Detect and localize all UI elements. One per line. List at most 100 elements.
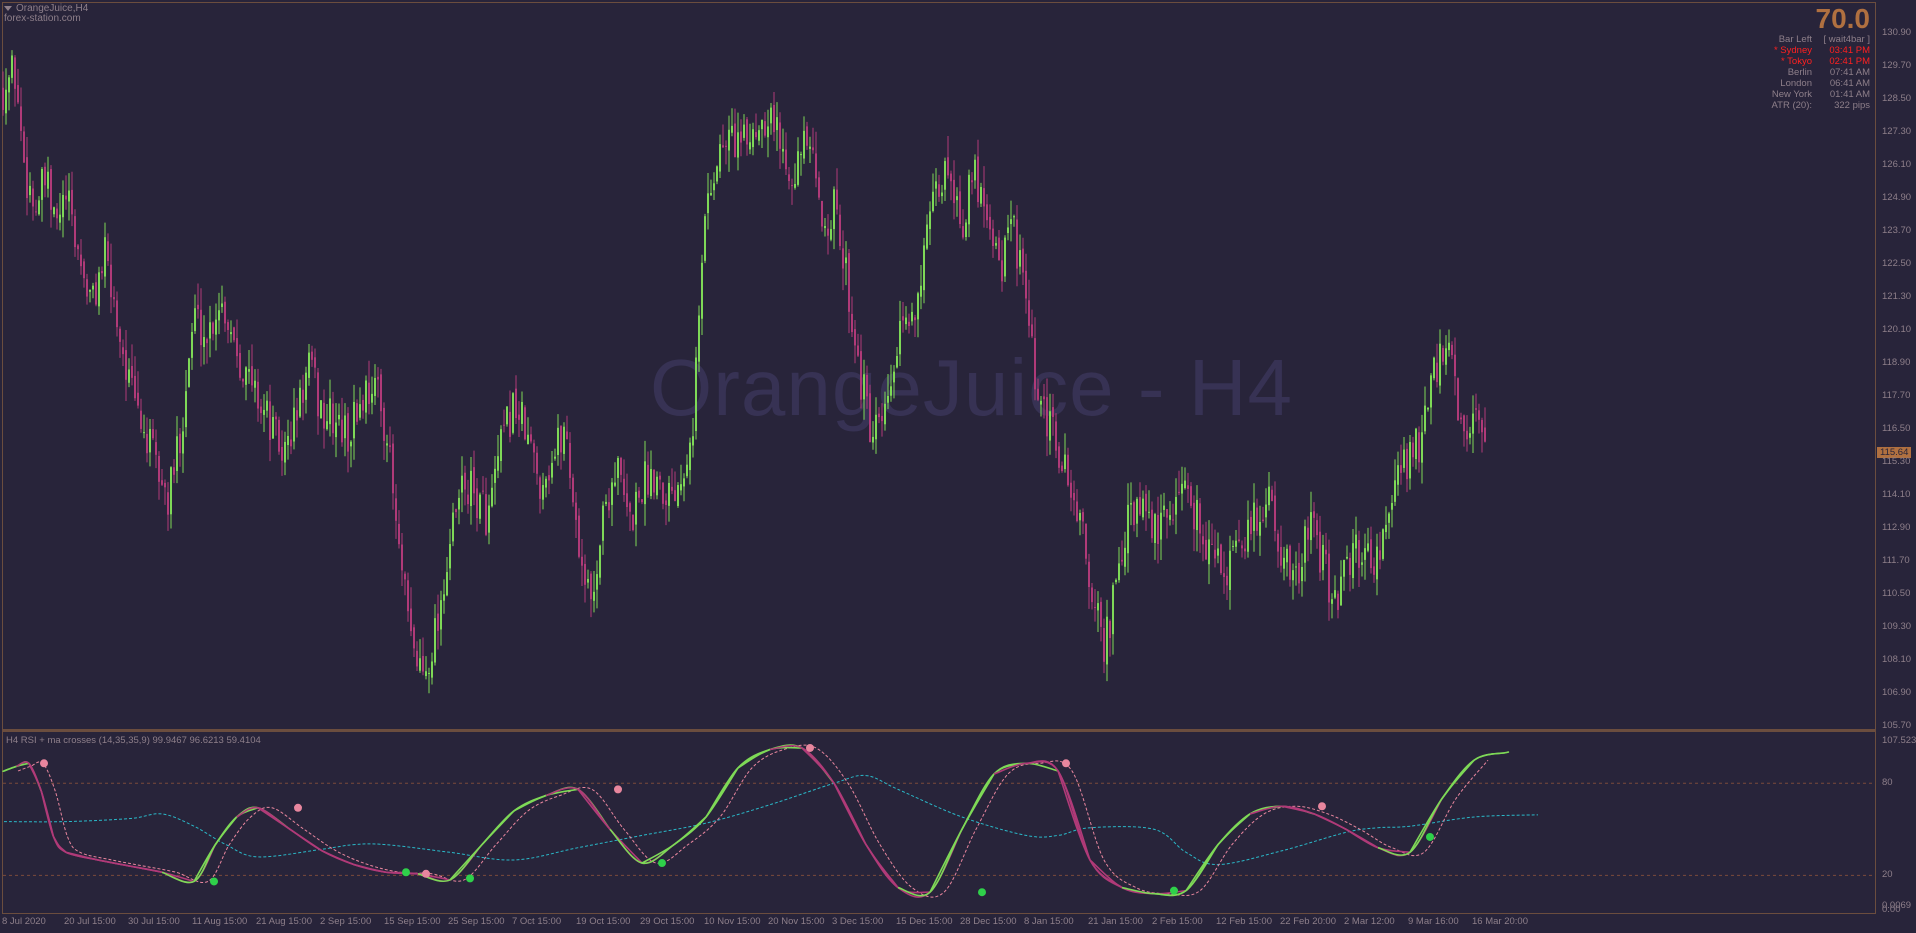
candle-body (92, 285, 94, 290)
candle-body (836, 189, 838, 210)
candle-body (1043, 396, 1045, 400)
candle-body (710, 193, 712, 196)
candle-body (1430, 375, 1432, 408)
candle-body (23, 131, 25, 163)
candle-body (1229, 550, 1231, 591)
candle-body (269, 401, 271, 441)
candle-body (1298, 562, 1300, 584)
candle-body (1433, 357, 1435, 379)
candle-body (1241, 545, 1243, 549)
candle-body (1172, 519, 1174, 521)
candle-body (1082, 512, 1084, 522)
candle-body (1070, 482, 1072, 498)
candle-body (1220, 544, 1222, 574)
candle-body (1373, 566, 1375, 575)
candle-body (197, 304, 199, 310)
candle-body (1202, 536, 1204, 545)
candle-body (539, 477, 541, 499)
candle-body (596, 574, 598, 590)
candle-body (1178, 491, 1180, 493)
candle-body (689, 442, 691, 471)
candle-body (545, 478, 547, 488)
candle-body (506, 406, 508, 425)
candle-body (1469, 433, 1471, 438)
candle-body (161, 480, 163, 485)
candle-body (893, 371, 895, 383)
candle-body (788, 174, 790, 182)
candle-body (263, 409, 265, 415)
candle-body (1091, 587, 1093, 603)
candle-body (1448, 342, 1450, 351)
candle-body (47, 171, 49, 189)
candle-body (791, 185, 793, 187)
candle-body (1136, 498, 1138, 524)
candle-body (1478, 410, 1480, 420)
candle-body (218, 310, 220, 321)
candle-body (485, 494, 487, 535)
candle-body (1085, 523, 1087, 559)
candle-body (737, 132, 739, 158)
candle-body (953, 179, 955, 204)
candle-body (248, 369, 250, 372)
candle-body (626, 493, 628, 507)
candle-body (1475, 408, 1477, 410)
candle-body (173, 467, 175, 475)
candle-body (608, 502, 610, 511)
rsi-line-down-segment (40, 790, 99, 861)
candle-body (383, 407, 385, 441)
candle-body (1097, 603, 1099, 611)
candle-body (1088, 561, 1090, 588)
candle-body (1235, 540, 1237, 547)
chart-canvas[interactable] (0, 0, 1916, 933)
candle-body (695, 357, 697, 432)
candle-body (842, 248, 844, 269)
candle-body (230, 332, 232, 335)
candle-body (317, 372, 319, 417)
candle-body (1454, 354, 1456, 377)
candle-body (1358, 540, 1360, 568)
rsi-line-up-segment (1121, 844, 1219, 897)
candle-body (863, 374, 865, 400)
candle-body (1211, 543, 1213, 545)
cross-up-dot (1426, 832, 1434, 841)
candle-body (1424, 405, 1426, 432)
candle-body (1121, 559, 1123, 562)
candle-body (119, 328, 121, 342)
candle-body (335, 422, 337, 438)
candle-body (233, 327, 235, 341)
candle-body (1253, 502, 1255, 531)
candle-body (1124, 547, 1126, 567)
candle-body (1457, 378, 1459, 421)
candle-body (68, 190, 70, 202)
candle-body (821, 200, 823, 227)
candle-body (1307, 527, 1309, 540)
candle-body (1286, 548, 1288, 563)
candle-body (605, 501, 607, 504)
candle-body (407, 580, 409, 612)
candle-body (392, 443, 394, 494)
candle-body (956, 196, 958, 201)
candle-body (1010, 219, 1012, 225)
candle-body (29, 185, 31, 196)
candle-body (1205, 539, 1207, 560)
candle-body (131, 365, 133, 378)
candle-body (152, 429, 154, 439)
candle-body (464, 472, 466, 490)
candle-body (1394, 480, 1396, 502)
candle-body (41, 168, 43, 200)
candle-body (965, 222, 967, 237)
candle-body (584, 563, 586, 585)
candle-body (878, 413, 880, 418)
candle-body (380, 374, 382, 412)
candle-body (617, 458, 619, 478)
candle-body (203, 337, 205, 348)
candle-body (620, 457, 622, 475)
candle-body (932, 191, 934, 212)
candle-body (599, 545, 601, 578)
candle-body (44, 166, 46, 186)
candle-body (1130, 503, 1132, 505)
candle-body (647, 464, 649, 495)
candle-body (1064, 454, 1066, 470)
candle-body (1001, 260, 1003, 282)
candle-body (371, 393, 373, 403)
